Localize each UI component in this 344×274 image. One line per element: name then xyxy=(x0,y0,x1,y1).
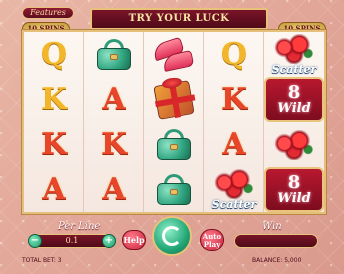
symbol-red-k: K xyxy=(84,122,144,167)
spin-button[interactable] xyxy=(152,216,192,256)
reel-5: Scatter 8 Wild 8 Wild xyxy=(264,32,324,212)
balance: BALANCE: 5,000 xyxy=(252,257,302,264)
reel-3 xyxy=(144,32,204,212)
gift-box-icon xyxy=(153,75,195,120)
handbag-icon xyxy=(95,38,133,71)
roses-icon xyxy=(212,169,256,199)
symbol-gold-k: K xyxy=(24,77,84,122)
symbol-red-a: A xyxy=(84,167,144,212)
win-label: Win xyxy=(262,221,282,232)
letter-a: A xyxy=(42,172,66,207)
letter-a: A xyxy=(222,127,246,162)
per-line-plus-button[interactable]: + xyxy=(102,234,116,248)
reel-1: Q K K A xyxy=(24,32,84,212)
auto-play-button[interactable]: Auto Play xyxy=(200,229,224,251)
symbol-8-wild: 8 Wild xyxy=(264,77,324,122)
letter-q: Q xyxy=(40,37,68,72)
scatter-label: Scatter xyxy=(271,63,317,76)
symbol-red-heels xyxy=(144,32,204,77)
roses-icon xyxy=(272,34,316,64)
total-bet: TOTAL BET: 3 xyxy=(22,257,62,264)
reels-area: Q K K A A K A Q K A Scatter Scatter 8 Wi… xyxy=(22,30,326,214)
symbol-red-a: A xyxy=(204,122,264,167)
spin-arrow-icon xyxy=(162,226,182,246)
symbol-green-handbag xyxy=(144,122,204,167)
symbol-red-a: A xyxy=(84,77,144,122)
reel-4: Q K A Scatter xyxy=(204,32,264,212)
features-button[interactable]: Features xyxy=(22,7,74,19)
letter-q: Q xyxy=(220,37,248,72)
symbol-green-handbag xyxy=(144,167,204,212)
wild-label: Wild xyxy=(277,190,311,206)
symbol-roses xyxy=(264,122,324,167)
symbol-red-k: K xyxy=(24,122,84,167)
symbol-red-a: A xyxy=(24,167,84,212)
symbol-roses-scatter: Scatter xyxy=(204,167,264,212)
letter-k: K xyxy=(40,127,68,162)
letter-k: K xyxy=(100,127,128,162)
symbol-8-wild: 8 Wild xyxy=(264,167,324,212)
wild-label: Wild xyxy=(277,100,311,116)
win-value-box xyxy=(234,234,318,248)
letter-a: A xyxy=(102,172,126,207)
symbol-red-k: K xyxy=(204,77,264,122)
wild-number: 8 xyxy=(287,171,301,193)
symbol-gold-q: Q xyxy=(24,32,84,77)
per-line-label: Per Line xyxy=(58,221,101,232)
handbag-icon xyxy=(155,128,193,161)
symbol-roses-scatter: Scatter xyxy=(264,32,324,77)
wild-number: 8 xyxy=(287,81,301,103)
help-button[interactable]: Help xyxy=(122,230,146,250)
letter-k: K xyxy=(220,82,248,117)
symbol-gift-box xyxy=(144,75,204,122)
heels-icon xyxy=(151,36,197,73)
title-banner: TRY YOUR LUCK xyxy=(90,8,268,30)
reel-2: A K A xyxy=(84,32,144,212)
scatter-label: Scatter xyxy=(211,198,257,211)
symbol-gold-q: Q xyxy=(204,32,264,77)
handbag-icon xyxy=(155,173,193,206)
per-line-minus-button[interactable]: − xyxy=(28,234,42,248)
roses-icon xyxy=(272,129,316,160)
status-bar: TOTAL BET: 3 BALANCE: 5,000 xyxy=(0,256,344,266)
letter-k: K xyxy=(40,82,68,117)
symbol-green-handbag xyxy=(84,32,144,77)
letter-a: A xyxy=(102,82,126,117)
